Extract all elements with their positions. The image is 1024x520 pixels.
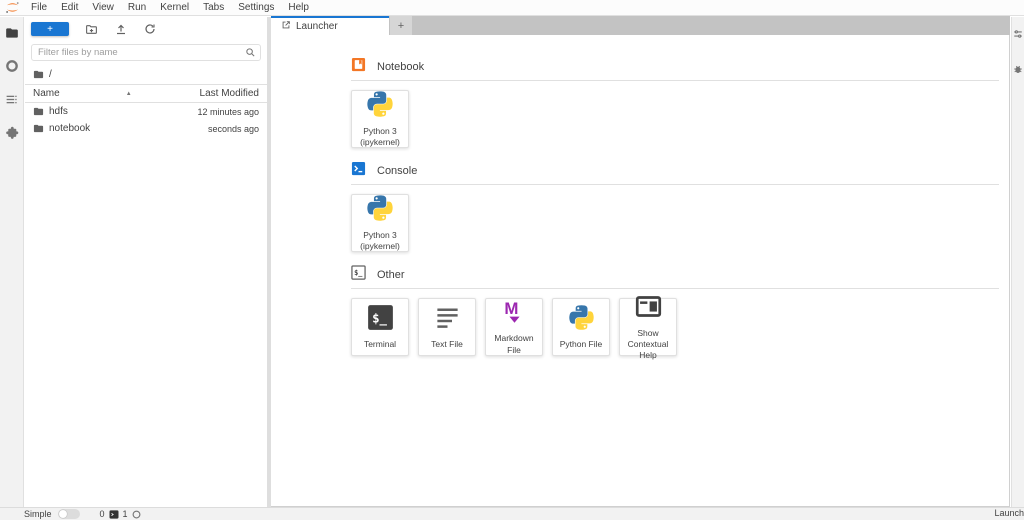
launcher-card-python-file[interactable]: Python File <box>552 298 610 356</box>
left-sidebar <box>0 17 24 507</box>
card-label: Text File <box>431 339 463 350</box>
new-tab-button[interactable]: + <box>390 16 412 35</box>
debugger-icon[interactable] <box>1013 61 1023 79</box>
launcher-panel: Notebook Python 3 (ipykernel) <box>271 35 1010 507</box>
property-inspector-icon[interactable] <box>1013 26 1023 44</box>
launcher-card-notebook-python3[interactable]: Python 3 (ipykernel) <box>351 90 409 148</box>
jupyterlab-app: File Edit View Run Kernel Tabs Settings … <box>0 0 1024 520</box>
section-console: Console <box>351 163 999 179</box>
menu-bar: File Edit View Run Kernel Tabs Settings … <box>0 0 1024 16</box>
file-name: notebook <box>49 123 90 134</box>
file-row-hdfs[interactable]: hdfs 12 minutes ago <box>25 103 267 120</box>
python-logo-icon <box>366 90 394 123</box>
python-logo-icon <box>366 194 394 227</box>
section-title: Notebook <box>377 61 424 73</box>
section-title: Console <box>377 165 417 177</box>
console-icon <box>351 161 366 181</box>
sort-ascending-icon[interactable]: ▲ <box>126 91 132 97</box>
card-label: Terminal <box>364 339 396 350</box>
file-name: hdfs <box>49 106 68 117</box>
menu-settings[interactable]: Settings <box>231 0 281 15</box>
svg-text:$_: $_ <box>372 312 387 327</box>
breadcrumb[interactable]: / <box>25 65 267 84</box>
section-divider <box>351 80 999 81</box>
breadcrumb-root[interactable]: / <box>49 69 52 80</box>
card-label: Markdown File <box>489 333 539 355</box>
main-dock-panel: Launcher + Notebook <box>271 16 1010 507</box>
terminal-status-icon <box>109 510 119 519</box>
table-of-contents-icon[interactable] <box>4 91 20 107</box>
file-modified: seconds ago <box>208 124 259 134</box>
file-row-notebook[interactable]: notebook seconds ago <box>25 120 267 137</box>
terminal-icon: $_ <box>367 304 394 336</box>
running-sessions-status[interactable]: 0 1 <box>100 509 141 519</box>
menu-view[interactable]: View <box>85 0 121 15</box>
menu-kernel[interactable]: Kernel <box>153 0 196 15</box>
launcher-card-contextual-help[interactable]: Show Contextual Help <box>619 298 677 356</box>
column-name[interactable]: Name <box>33 88 60 99</box>
card-label: Python 3 (ipykernel) <box>355 126 405 148</box>
terminals-count: 0 <box>100 509 105 519</box>
file-browser-icon[interactable] <box>4 25 20 41</box>
status-bar: Simple 0 1 Launcher <box>0 507 1024 520</box>
section-divider <box>351 184 999 185</box>
simple-mode-toggle[interactable] <box>58 509 80 519</box>
tab-bar: Launcher + <box>271 16 1010 35</box>
menu-tabs[interactable]: Tabs <box>196 0 231 15</box>
running-sessions-icon[interactable] <box>4 58 20 74</box>
jupyter-logo-icon <box>0 1 24 14</box>
card-label: Python 3 (ipykernel) <box>355 230 405 252</box>
section-other: $_ Other <box>351 267 999 283</box>
upload-icon[interactable] <box>114 23 127 36</box>
section-divider <box>351 288 999 289</box>
tab-launcher[interactable]: Launcher <box>271 16 389 35</box>
column-last-modified[interactable]: Last Modified <box>200 88 259 99</box>
file-filter-input[interactable] <box>31 44 261 61</box>
notebook-icon <box>351 57 366 77</box>
launcher-card-markdown-file[interactable]: M Markdown File <box>485 298 543 356</box>
listing-header: Name ▲ Last Modified <box>25 84 267 103</box>
section-notebook: Notebook <box>351 59 999 75</box>
current-activity-label: Launcher <box>994 508 1024 518</box>
menu-file[interactable]: File <box>24 0 54 15</box>
refresh-icon[interactable] <box>143 23 156 36</box>
file-browser-panel: + <box>25 17 267 507</box>
launcher-card-terminal[interactable]: $_ Terminal <box>351 298 409 356</box>
new-launcher-button[interactable]: + <box>31 22 69 36</box>
svg-text:$_: $_ <box>354 269 363 277</box>
launcher-card-text-file[interactable]: Text File <box>418 298 476 356</box>
search-icon <box>245 45 256 63</box>
kernel-status-icon <box>132 510 141 519</box>
launcher-card-console-python3[interactable]: Python 3 (ipykernel) <box>351 194 409 252</box>
card-label: Python File <box>560 339 603 350</box>
text-file-icon <box>434 304 461 336</box>
new-folder-icon[interactable] <box>85 23 98 36</box>
markdown-icon: M <box>501 298 528 330</box>
kernels-count: 1 <box>123 509 128 519</box>
file-filter <box>31 42 261 61</box>
svg-text:M: M <box>504 299 518 318</box>
contextual-help-icon <box>635 293 662 325</box>
menu-help[interactable]: Help <box>281 0 316 15</box>
python-logo-icon <box>568 304 595 336</box>
file-browser-toolbar: + <box>25 17 267 40</box>
extension-manager-icon[interactable] <box>4 124 20 140</box>
right-sidebar <box>1011 17 1024 507</box>
card-label: Show Contextual Help <box>623 328 673 361</box>
menu-run[interactable]: Run <box>121 0 153 15</box>
menu-edit[interactable]: Edit <box>54 0 85 15</box>
launcher-tab-icon <box>281 20 291 33</box>
file-modified: 12 minutes ago <box>197 107 259 117</box>
simple-mode-label: Simple <box>24 509 52 519</box>
terminal-icon: $_ <box>351 265 366 285</box>
toggle-knob <box>59 510 67 518</box>
section-title: Other <box>377 269 405 281</box>
tab-label: Launcher <box>296 21 338 32</box>
